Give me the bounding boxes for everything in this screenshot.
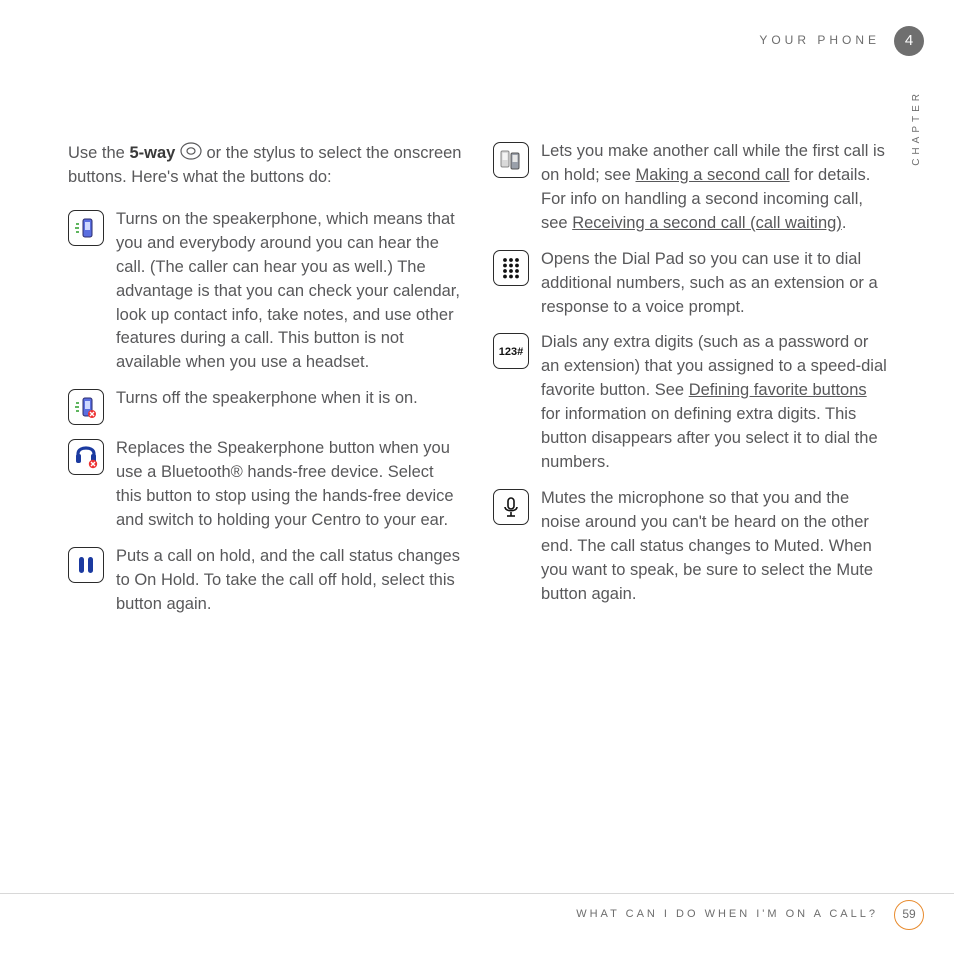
feature-text: Turns off the speakerphone when it is on… xyxy=(116,387,463,425)
feature-text: Replaces the Speakerphone button when yo… xyxy=(116,437,463,533)
feature-text: Dials any extra digits (such as a passwo… xyxy=(541,331,888,475)
footer-rule xyxy=(0,893,954,894)
header-title: YOUR PHONE xyxy=(759,32,880,49)
feature-text: Mutes the microphone so that you and the… xyxy=(541,487,888,607)
intro-paragraph: Use the 5-way or the stylus to select th… xyxy=(68,140,463,190)
speaker-on-icon xyxy=(68,210,104,246)
feature-item: Puts a call on hold, and the call status… xyxy=(68,545,463,617)
feature-text: Opens the Dial Pad so you can use it to … xyxy=(541,248,888,320)
chapter-label: CHAPTER xyxy=(910,90,925,166)
hold-icon xyxy=(68,547,104,583)
mute-icon xyxy=(493,489,529,525)
intro-bold: 5-way xyxy=(129,144,175,162)
intro-pre: Use the xyxy=(68,144,129,162)
feature-item: Opens the Dial Pad so you can use it to … xyxy=(493,248,888,320)
bluetooth-cancel-icon xyxy=(68,439,104,475)
feature-item: Lets you make another call while the fir… xyxy=(493,140,888,236)
feature-text: Lets you make another call while the fir… xyxy=(541,140,888,236)
doc-link[interactable]: Making a second call xyxy=(636,166,790,184)
right-column: Lets you make another call while the fir… xyxy=(493,140,888,629)
feature-item: Mutes the microphone so that you and the… xyxy=(493,487,888,607)
extra-digits-icon: 123# xyxy=(493,333,529,369)
feature-item: Replaces the Speakerphone button when yo… xyxy=(68,437,463,533)
feature-text: Puts a call on hold, and the call status… xyxy=(116,545,463,617)
svg-text:123#: 123# xyxy=(499,346,523,358)
footer-text: WHAT CAN I DO WHEN I'M ON A CALL? xyxy=(576,907,878,923)
dialpad-icon xyxy=(493,250,529,286)
speaker-off-icon xyxy=(68,389,104,425)
feature-text: Turns on the speakerphone, which means t… xyxy=(116,208,463,375)
five-way-icon xyxy=(180,140,202,162)
feature-item: Turns on the speakerphone, which means t… xyxy=(68,208,463,375)
chapter-number-badge: 4 xyxy=(894,26,924,56)
page-number: 59 xyxy=(894,900,924,930)
feature-item: Turns off the speakerphone when it is on… xyxy=(68,387,463,425)
swap-calls-icon xyxy=(493,142,529,178)
doc-link[interactable]: Receiving a second call (call waiting) xyxy=(572,214,842,232)
doc-link[interactable]: Defining favorite buttons xyxy=(689,381,867,399)
left-column: Use the 5-way or the stylus to select th… xyxy=(68,140,463,629)
feature-item: 123# Dials any extra digits (such as a pa… xyxy=(493,331,888,475)
